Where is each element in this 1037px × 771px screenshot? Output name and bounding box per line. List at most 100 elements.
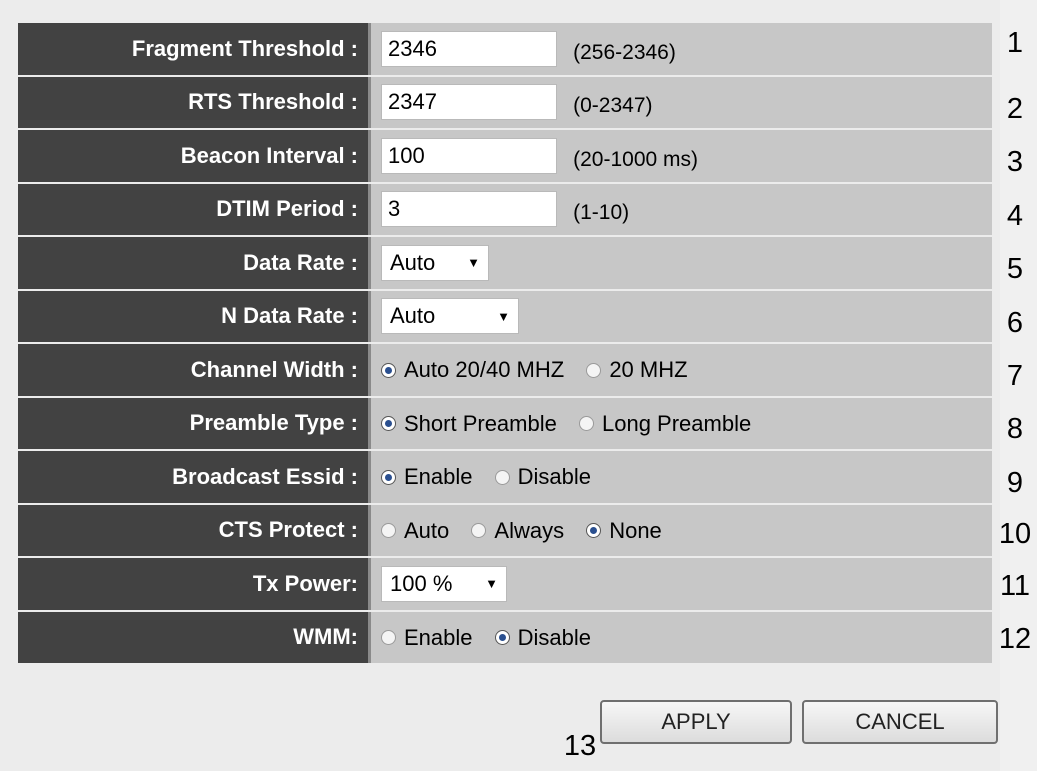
callout-number: 11 xyxy=(999,570,1031,602)
radio-label: 20 MHZ xyxy=(609,357,688,383)
rts-threshold-input[interactable] xyxy=(381,84,557,121)
wmm-option-disable[interactable]: Disable xyxy=(494,624,592,651)
radio-unselected-icon[interactable] xyxy=(381,630,396,646)
row-fragment-threshold: Fragment Threshold : (256-2346) xyxy=(18,23,992,75)
radio-label: Auto xyxy=(404,517,450,543)
data-rate-select[interactable]: Auto ▼ xyxy=(381,244,489,281)
callout-number: 1 xyxy=(1006,27,1024,59)
radio-label: Long Preamble xyxy=(601,410,752,436)
callout-number: 13 xyxy=(563,730,597,762)
beacon-interval-range: (20-1000 ms) xyxy=(573,147,699,171)
tx-power-cell: 100 % ▼ xyxy=(371,558,992,610)
preamble-type-label: Preamble Type : xyxy=(18,397,371,449)
preamble-type-cell: Short Preamble Long Preamble xyxy=(371,397,992,449)
tx-power-label: Tx Power: xyxy=(18,558,371,610)
channel-width-option-auto[interactable]: Auto 20/40 MHZ xyxy=(381,357,564,383)
dtim-period-range: (1-10) xyxy=(573,201,630,225)
channel-width-option-20[interactable]: 20 MHZ xyxy=(586,357,688,383)
radio-unselected-icon[interactable] xyxy=(471,523,487,539)
data-rate-label: Data Rate : xyxy=(18,237,371,289)
beacon-interval-label: Beacon Interval : xyxy=(18,130,371,182)
preamble-option-short[interactable]: Short Preamble xyxy=(381,411,557,437)
radio-label: Enable xyxy=(404,464,473,490)
radio-unselected-icon[interactable] xyxy=(381,523,396,539)
broadcast-essid-cell: Enable Disable xyxy=(371,451,992,503)
radio-unselected-icon[interactable] xyxy=(578,416,594,432)
broadcast-essid-option-enable[interactable]: Enable xyxy=(381,464,473,490)
radio-selected-icon[interactable] xyxy=(381,362,396,378)
callout-number: 3 xyxy=(1006,146,1024,178)
callout-number: 5 xyxy=(1006,253,1024,285)
radio-label: Always xyxy=(494,517,565,543)
radio-label: None xyxy=(609,517,662,543)
fragment-threshold-label: Fragment Threshold : xyxy=(18,23,371,75)
chevron-down-icon: ▼ xyxy=(485,576,498,592)
rts-threshold-range: (0-2347) xyxy=(573,94,653,118)
radio-selected-icon[interactable] xyxy=(381,416,396,432)
channel-width-cell: Auto 20/40 MHZ 20 MHZ xyxy=(371,344,992,396)
cancel-button[interactable]: CANCEL xyxy=(802,700,998,744)
settings-table: Fragment Threshold : (256-2346) RTS Thre… xyxy=(18,21,992,665)
wmm-label: WMM: xyxy=(18,611,371,663)
broadcast-essid-label: Broadcast Essid : xyxy=(18,451,371,503)
tx-power-select[interactable]: 100 % ▼ xyxy=(381,565,507,602)
rts-threshold-label: RTS Threshold : xyxy=(18,76,371,128)
callout-number: 8 xyxy=(1006,413,1024,445)
row-preamble-type: Preamble Type : Short Preamble Long Prea… xyxy=(18,397,992,449)
n-data-rate-label: N Data Rate : xyxy=(18,290,371,342)
fragment-threshold-cell: (256-2346) xyxy=(371,23,992,75)
row-rts-threshold: RTS Threshold : (0-2347) xyxy=(18,76,992,128)
cts-protect-label: CTS Protect : xyxy=(18,504,371,556)
row-dtim-period: DTIM Period : (1-10) xyxy=(18,183,992,235)
cts-option-none[interactable]: None xyxy=(586,518,662,544)
tx-power-value: 100 % xyxy=(390,570,453,596)
radio-label: Enable xyxy=(404,624,473,650)
chevron-down-icon: ▼ xyxy=(497,308,510,324)
radio-unselected-icon[interactable] xyxy=(494,469,510,485)
cts-protect-cell: Auto Always None xyxy=(371,504,992,556)
dtim-period-input[interactable] xyxy=(381,191,557,228)
callout-number: 12 xyxy=(998,623,1032,655)
apply-button[interactable]: APPLY xyxy=(600,700,792,744)
radio-label: Disable xyxy=(517,464,592,490)
radio-label: Short Preamble xyxy=(404,410,557,436)
callout-number: 10 xyxy=(998,518,1032,550)
row-cts-protect: CTS Protect : Auto Always None xyxy=(18,504,992,556)
fragment-threshold-range: (256-2346) xyxy=(573,40,676,64)
callout-number: 6 xyxy=(1006,307,1024,339)
radio-unselected-icon[interactable] xyxy=(586,362,602,378)
data-rate-value: Auto xyxy=(390,249,436,275)
beacon-interval-cell: (20-1000 ms) xyxy=(371,130,992,182)
beacon-interval-input[interactable] xyxy=(381,137,557,174)
callout-number: 7 xyxy=(1006,360,1024,392)
radio-selected-icon[interactable] xyxy=(586,523,602,539)
n-data-rate-select[interactable]: Auto ▼ xyxy=(381,298,519,335)
fragment-threshold-input[interactable] xyxy=(381,30,557,67)
cts-option-auto[interactable]: Auto xyxy=(381,518,449,544)
dtim-period-label: DTIM Period : xyxy=(18,183,371,235)
callout-number: 2 xyxy=(1006,93,1024,125)
row-channel-width: Channel Width : Auto 20/40 MHZ 20 MHZ xyxy=(18,344,992,396)
n-data-rate-value: Auto xyxy=(390,303,436,329)
row-tx-power: Tx Power: 100 % ▼ xyxy=(18,558,992,610)
channel-width-label: Channel Width : xyxy=(18,344,371,396)
broadcast-essid-option-disable[interactable]: Disable xyxy=(494,464,592,490)
row-broadcast-essid: Broadcast Essid : Enable Disable xyxy=(18,451,992,503)
callout-number: 4 xyxy=(1006,200,1024,232)
data-rate-cell: Auto ▼ xyxy=(371,237,992,289)
wmm-cell: Enable Disable xyxy=(371,611,992,663)
chevron-down-icon: ▼ xyxy=(467,255,480,271)
row-wmm: WMM: Enable Disable xyxy=(18,611,992,663)
settings-panel: Fragment Threshold : (256-2346) RTS Thre… xyxy=(0,0,1000,771)
radio-selected-icon[interactable] xyxy=(381,469,396,485)
cts-option-always[interactable]: Always xyxy=(471,518,564,544)
dtim-period-cell: (1-10) xyxy=(371,183,992,235)
radio-selected-icon[interactable] xyxy=(494,630,510,646)
preamble-option-long[interactable]: Long Preamble xyxy=(578,410,752,437)
wmm-option-enable[interactable]: Enable xyxy=(381,625,473,651)
row-beacon-interval: Beacon Interval : (20-1000 ms) xyxy=(18,130,992,182)
callout-number: 9 xyxy=(1006,467,1024,499)
radio-label: Disable xyxy=(517,624,592,650)
row-data-rate: Data Rate : Auto ▼ xyxy=(18,237,992,289)
n-data-rate-cell: Auto ▼ xyxy=(371,290,992,342)
